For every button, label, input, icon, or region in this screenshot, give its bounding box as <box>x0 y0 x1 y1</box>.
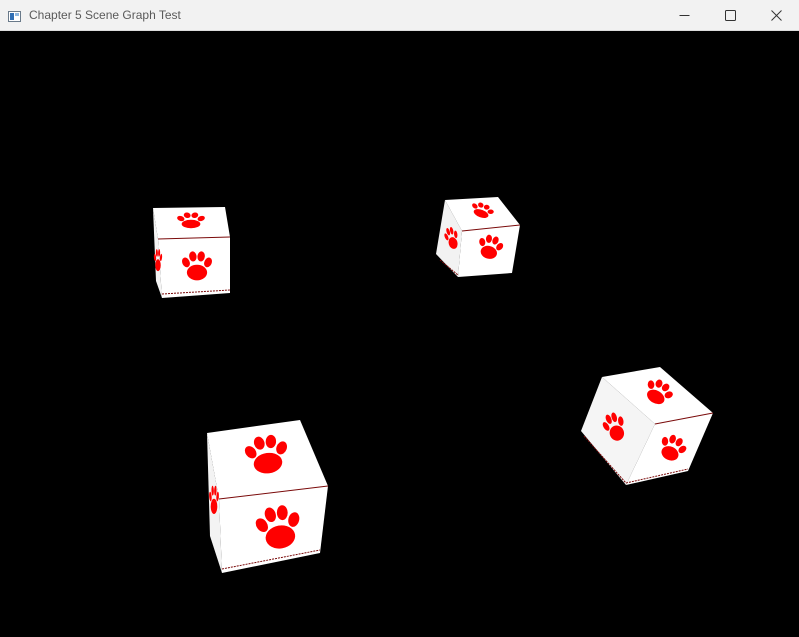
maximize-icon <box>724 9 736 21</box>
app-icon <box>8 9 21 22</box>
minimize-button[interactable] <box>661 0 707 30</box>
die-cube-3 <box>207 420 329 573</box>
render-viewport[interactable] <box>0 31 799 632</box>
title-bar[interactable]: Chapter 5 Scene Graph Test <box>0 0 799 31</box>
maximize-button[interactable] <box>707 0 753 30</box>
die-cube-1 <box>153 207 231 298</box>
close-button[interactable] <box>753 0 799 30</box>
close-icon <box>770 9 782 21</box>
app-window: Chapter 5 Scene Graph Test <box>0 0 799 632</box>
die-cube-4 <box>581 367 714 485</box>
scene-canvas <box>153 197 714 573</box>
die-cube-2 <box>436 197 521 277</box>
window-title: Chapter 5 Scene Graph Test <box>29 8 181 22</box>
minimize-icon <box>679 14 689 16</box>
